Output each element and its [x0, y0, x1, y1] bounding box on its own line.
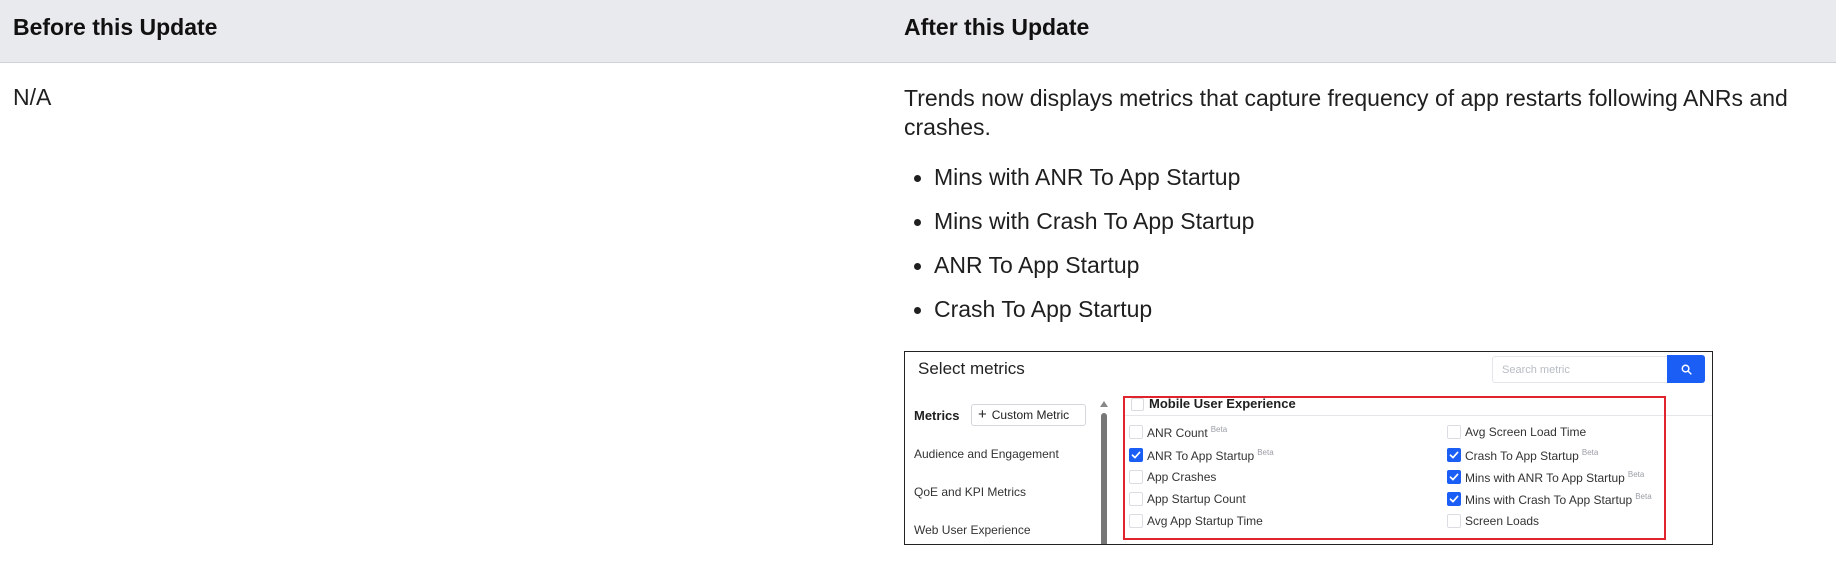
- bullet-dot: [914, 175, 921, 182]
- list-item: ANR To App Startup: [904, 252, 1254, 296]
- table-header-row: Before this Update After this Update: [0, 0, 1836, 63]
- description-line-1: Trends now displays metrics that capture…: [904, 85, 1788, 111]
- metric-bullet-list: Mins with ANR To App Startup Mins with C…: [904, 164, 1254, 340]
- after-description: Trends now displays metrics that capture…: [904, 84, 1834, 142]
- before-cell: N/A: [13, 84, 52, 110]
- custom-metric-button[interactable]: + Custom Metric: [971, 404, 1086, 426]
- category-web-ux[interactable]: Web User Experience: [914, 523, 1031, 537]
- search-button[interactable]: [1667, 355, 1705, 383]
- category-audience[interactable]: Audience and Engagement: [914, 447, 1059, 461]
- header-after: After this Update: [904, 14, 1090, 40]
- scroll-up-icon[interactable]: [1100, 401, 1108, 407]
- category-qoe[interactable]: QoE and KPI Metrics: [914, 485, 1026, 499]
- highlight-box: [1123, 396, 1666, 540]
- header-before: Before this Update: [13, 14, 218, 40]
- search-icon: [1681, 364, 1692, 375]
- list-item: Crash To App Startup: [904, 296, 1254, 340]
- scrollbar[interactable]: [1100, 401, 1108, 544]
- select-metrics-screenshot: Select metrics Search metric Metrics + C…: [904, 351, 1713, 545]
- search-input[interactable]: Search metric: [1492, 356, 1667, 383]
- bullet-dot: [914, 219, 921, 226]
- bullet-dot: [914, 307, 921, 314]
- plus-icon: +: [978, 406, 987, 423]
- scroll-thumb[interactable]: [1101, 413, 1107, 544]
- metrics-label: Metrics: [914, 408, 960, 423]
- list-item: Mins with ANR To App Startup: [904, 164, 1254, 208]
- list-item: Mins with Crash To App Startup: [904, 208, 1254, 252]
- description-line-2: crashes.: [904, 114, 991, 140]
- dialog-title: Select metrics: [918, 359, 1025, 378]
- bullet-dot: [914, 263, 921, 270]
